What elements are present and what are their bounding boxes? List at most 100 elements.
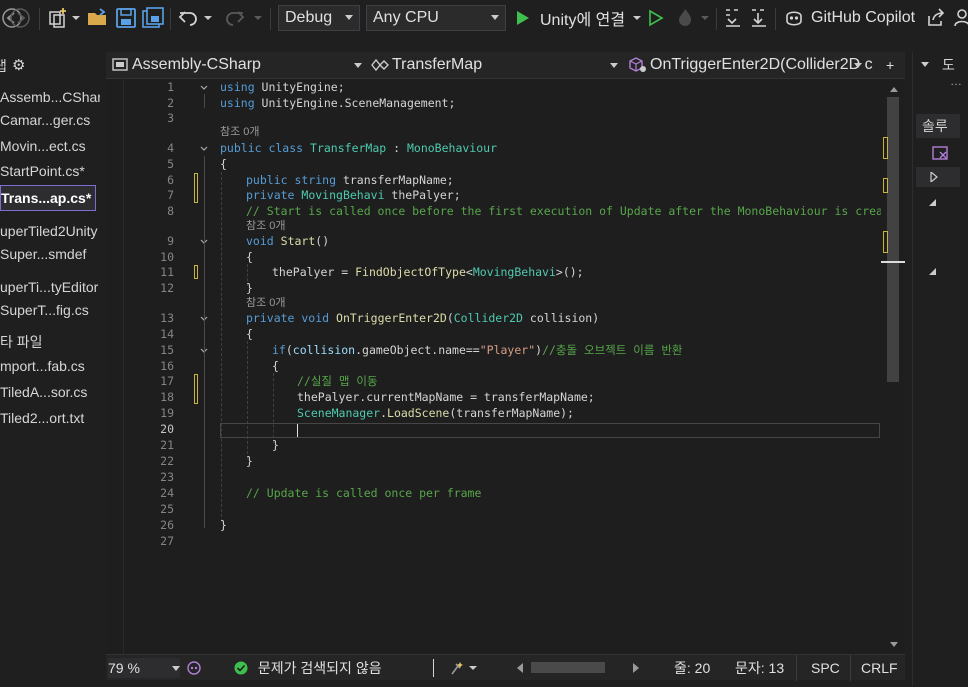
expanded-icon[interactable] [928,267,938,277]
text-caret [297,424,298,437]
save-icon[interactable] [114,4,138,32]
code-line: public string transferMapName; [246,173,454,187]
collapse-icon[interactable] [200,84,208,92]
issues-indicator[interactable]: 문제가 검색되지 않음 [234,658,382,678]
solution-item[interactable]: Super...smdef [0,242,100,266]
line-number: 21 [160,438,174,452]
codelens-references[interactable]: 참조 0개 [220,125,260,141]
new-item-icon[interactable] [46,4,70,32]
whitespace-indicator[interactable]: SPC [811,658,840,678]
solution-folder[interactable]: 타 파일 [0,330,100,354]
start-without-debugging-icon[interactable] [647,4,665,32]
current-line-highlight [220,423,880,438]
code-comment: //실질 맵 이동 [297,374,378,388]
code-line: private MovingBehavi thePalyer; [246,188,461,202]
split-editor-icon[interactable]: + [886,54,902,76]
hot-reload-dropdown-icon[interactable] [700,4,710,32]
code-line: } [220,518,227,532]
line-number: 10 [160,250,174,264]
status-divider [796,655,797,681]
solution-item[interactable]: Movin...ect.cs [0,134,100,158]
code-line: using UnityEngine.SceneManagement; [220,95,456,110]
platform-value: Any CPU [373,9,439,26]
step-icon[interactable] [724,4,742,32]
tree-row-selected[interactable] [916,167,960,187]
step-over-icon[interactable] [750,4,768,32]
scroll-up-icon[interactable] [889,85,899,93]
type-dropdown[interactable]: TransferMap [368,54,622,76]
save-all-icon[interactable] [141,4,165,32]
solution-item[interactable]: uperTiled2Unity [0,219,100,243]
solution-item[interactable]: uperTi...tyEditor [0,275,100,299]
expanded-icon[interactable] [928,198,938,208]
hot-reload-icon[interactable] [674,4,696,32]
redo-icon[interactable] [222,4,246,32]
line-indicator[interactable]: 줄: 20 [674,658,710,678]
codelens-references[interactable]: 참조 0개 [246,219,286,235]
gear-icon[interactable]: ⚙ [12,56,25,76]
chevron-right-icon [930,172,938,182]
collapse-icon[interactable] [200,145,208,153]
open-folder-icon[interactable] [86,4,110,32]
line-number: 8 [167,204,174,218]
scroll-right-icon[interactable] [632,658,640,678]
scrollbar-thumb[interactable] [887,97,899,382]
configuration-select[interactable]: Debug [278,5,360,31]
start-dropdown-icon[interactable] [632,4,642,32]
line-number: 24 [160,486,174,500]
solution-item[interactable]: Camar...ger.cs [0,108,100,132]
copilot-icon [786,11,802,26]
platform-select[interactable]: Any CPU [366,5,506,31]
account-icon[interactable] [953,4,968,32]
scroll-left-icon[interactable] [516,658,524,678]
more-icon[interactable]: … [950,74,962,88]
solution-item[interactable]: SuperT...fig.cs [0,298,100,322]
codelens-references[interactable]: 참조 0개 [246,296,286,312]
copilot-status-icon[interactable] [186,658,202,678]
column-indicator[interactable]: 문자: 13 [735,658,784,678]
chevron-down-icon[interactable] [920,61,930,69]
editor-margin [106,79,124,654]
solution-item[interactable]: mport...fab.cs [0,354,100,378]
zoom-select[interactable]: 79 % [108,658,180,678]
line-ending-indicator[interactable]: CRLF [861,658,898,678]
project-dropdown[interactable]: Assembly-CSharp [110,54,366,76]
forward-icon[interactable] [6,4,34,32]
horizontal-scrollbar-thumb[interactable] [531,662,605,673]
solution-icon[interactable] [932,144,954,162]
start-debug-button[interactable]: Unity에 연결 [514,4,625,32]
solution-item[interactable]: TiledA...sor.cs [0,380,100,404]
change-marker [194,265,198,279]
cleanup-icon[interactable] [450,658,478,678]
panel-divider [912,52,913,687]
main-toolbar: Debug Any CPU Unity에 연결 GitHub Copilot [0,0,968,38]
line-number: 9 [167,234,174,248]
solution-header: 탭 ⚙ [0,56,100,76]
line-number: 2 [167,95,174,110]
line-number-current: 20 [160,422,174,436]
solution-item[interactable]: StartPoint.cs* [0,159,100,183]
panel-title: 도 [942,57,955,73]
change-marker [194,173,198,203]
code-line: public class TransferMap : MonoBehaviour [220,141,497,155]
solution-item-active[interactable]: Trans...ap.cs* [0,185,96,211]
copilot-button[interactable]: GitHub Copilot [783,4,915,32]
status-divider [850,655,851,681]
code-line: private void OnTriggerEnter2D(Collider2D… [246,311,600,325]
chevron-down-icon [172,666,180,671]
code-line: } [246,281,253,295]
undo-icon[interactable] [177,4,201,32]
chevron-down-icon [345,15,353,20]
solution-item[interactable]: Tiled2...ort.txt [0,406,100,430]
dropdown-arrow-icon[interactable] [71,4,81,32]
tab-solution[interactable]: 솔루 [916,114,960,138]
undo-dropdown-icon[interactable] [203,4,213,32]
scroll-down-icon[interactable] [889,641,899,649]
redo-dropdown-icon[interactable] [253,4,263,32]
solution-item[interactable]: Assemb...CSharp [0,85,100,109]
member-dropdown[interactable]: OnTriggerEnter2D(Collider2D c [626,54,882,76]
line-number: 17 [160,374,174,388]
vertical-scrollbar[interactable] [881,79,905,654]
line-number: 11 [160,265,174,279]
share-icon[interactable] [925,4,947,32]
